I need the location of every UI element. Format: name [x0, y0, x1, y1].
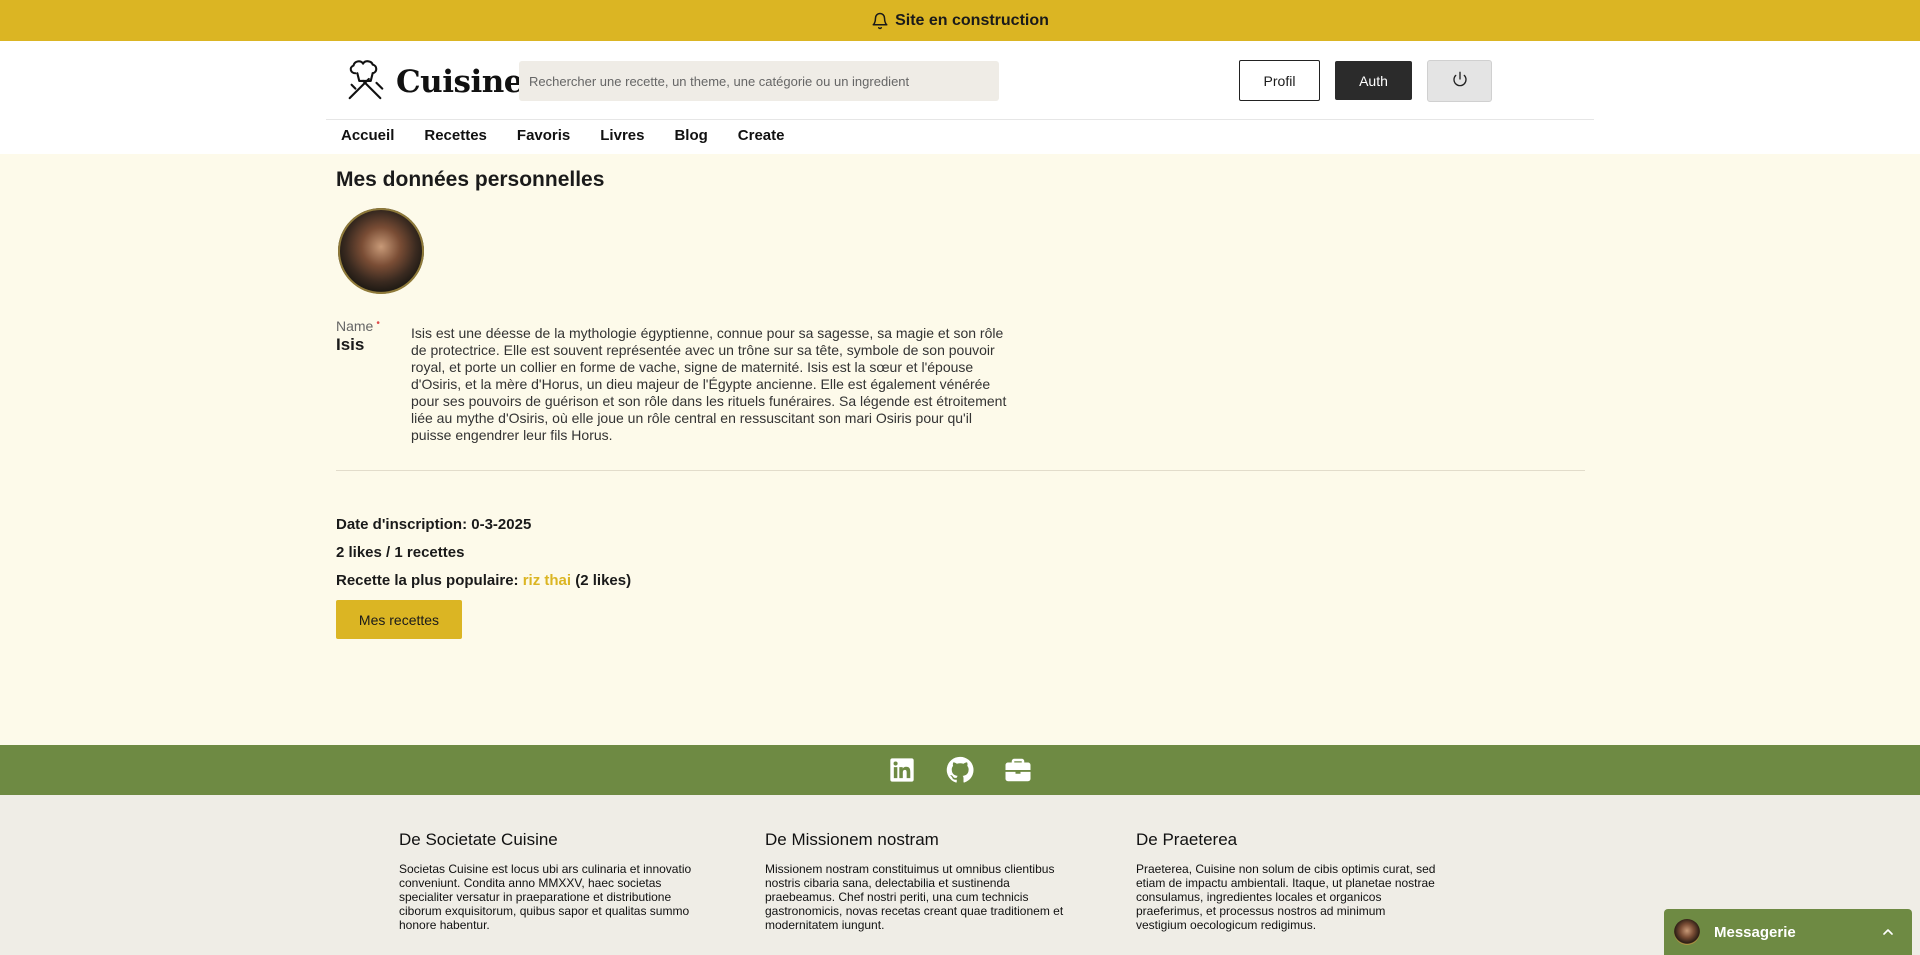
name-label-text: Name — [336, 318, 374, 334]
github-icon[interactable] — [945, 755, 975, 785]
footer-column-title: De Missionem nostram — [765, 830, 939, 849]
populaire-prefix: Recette la plus populaire: — [336, 572, 519, 589]
bio-text: Isis est une déesse de la mythologie égy… — [411, 325, 1007, 443]
construction-banner: Site en construction — [0, 0, 1920, 41]
footer-column-text: Praeterea, Cuisine non solum de cibis op… — [1136, 862, 1436, 932]
required-marker: • — [376, 318, 380, 329]
search-input[interactable] — [519, 61, 999, 101]
footer-column-praeterea: De Praeterea Praeterea, Cuisine non solu… — [1136, 830, 1436, 932]
power-icon — [1452, 71, 1468, 92]
messagerie-avatar — [1674, 919, 1700, 945]
populaire-suffix: (2 likes) — [575, 572, 632, 589]
footer-column-text: Societas Cuisine est locus ubi ars culin… — [399, 862, 692, 932]
footer-column-text: Missionem nostram constituimus ut omnibu… — [765, 862, 1064, 932]
auth-button[interactable]: Auth — [1335, 61, 1412, 100]
date-inscription: Date d'inscription: 0-3-2025 — [336, 516, 532, 533]
messagerie-label: Messagerie — [1714, 923, 1796, 941]
nav-item-livres[interactable]: Livres — [600, 127, 644, 144]
main-nav: Accueil Recettes Favoris Livres Blog Cre… — [341, 127, 815, 144]
footer-column-title: De Praeterea — [1136, 830, 1238, 849]
footer-column-title: De Societate Cuisine — [399, 830, 558, 849]
page-title: Mes données personnelles — [336, 168, 605, 191]
footer-column-societate: De Societate Cuisine Societas Cuisine es… — [399, 830, 699, 932]
section-divider — [336, 470, 1585, 471]
likes-recettes: 2 likes / 1 recettes — [336, 544, 465, 561]
bell-icon — [871, 12, 889, 30]
profil-button[interactable]: Profil — [1239, 60, 1320, 101]
chef-hat-icon — [342, 56, 388, 107]
banner-text: Site en construction — [895, 11, 1049, 29]
power-button[interactable] — [1427, 60, 1492, 102]
messagerie-widget[interactable]: Messagerie — [1664, 909, 1912, 955]
footer-column-missionem: De Missionem nostram Missionem nostram c… — [765, 830, 1065, 932]
nav-item-blog[interactable]: Blog — [674, 127, 707, 144]
avatar — [338, 208, 424, 294]
footer: De Societate Cuisine Societas Cuisine es… — [0, 795, 1920, 955]
populaire-recipe-link[interactable]: riz thai — [523, 572, 571, 589]
mes-recettes-button[interactable]: Mes recettes — [336, 600, 462, 639]
nav-item-favoris[interactable]: Favoris — [517, 127, 570, 144]
footer-social-bar — [0, 745, 1920, 795]
recette-populaire: Recette la plus populaire: riz thai (2 l… — [336, 572, 631, 589]
name-value: Isis — [336, 335, 365, 354]
logo[interactable]: Cuisine — [342, 56, 523, 107]
nav-divider — [326, 119, 1594, 120]
nav-item-accueil[interactable]: Accueil — [341, 127, 394, 144]
header: Cuisine Profil Auth Accueil Recettes Fav… — [0, 41, 1920, 154]
chevron-up-icon[interactable] — [1880, 924, 1896, 944]
briefcase-icon[interactable] — [1003, 755, 1033, 785]
linkedin-icon[interactable] — [887, 755, 917, 785]
name-label: Name • — [336, 318, 380, 334]
nav-item-create[interactable]: Create — [738, 127, 785, 144]
logo-text: Cuisine — [396, 63, 523, 100]
nav-item-recettes[interactable]: Recettes — [424, 127, 487, 144]
